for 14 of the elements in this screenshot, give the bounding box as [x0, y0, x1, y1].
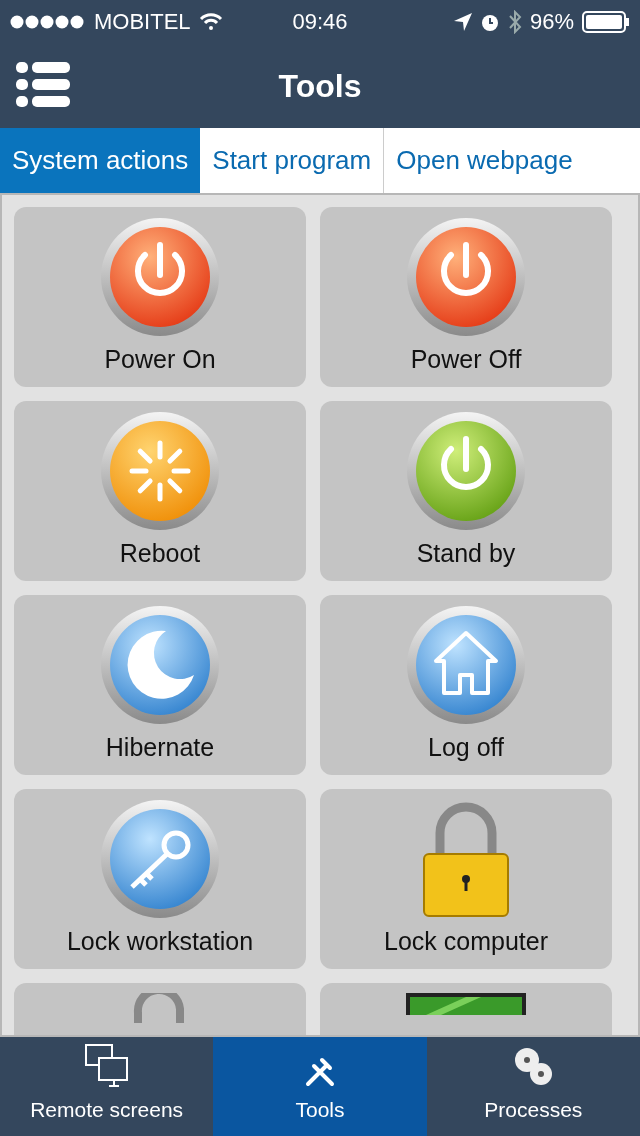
page-title: Tools: [278, 67, 362, 105]
clock-time: 09:46: [292, 9, 348, 35]
action-tile[interactable]: Power Off: [320, 207, 612, 387]
action-tile[interactable]: Lock computer: [320, 789, 612, 969]
carrier-name: MOBITEL: [94, 9, 191, 35]
action-tile[interactable]: Stand by: [320, 401, 612, 581]
battery-percent: 96%: [529, 9, 574, 35]
action-tile[interactable]: Log off: [320, 595, 612, 775]
action-tile[interactable]: Reboot: [14, 401, 306, 581]
bottom-tab[interactable]: Tools: [213, 1037, 427, 1136]
action-tile[interactable]: Power On: [14, 207, 306, 387]
tab[interactable]: System actions: [0, 128, 201, 193]
action-tile[interactable]: Hibernate: [14, 595, 306, 775]
action-tile[interactable]: Lock workstation: [14, 789, 306, 969]
